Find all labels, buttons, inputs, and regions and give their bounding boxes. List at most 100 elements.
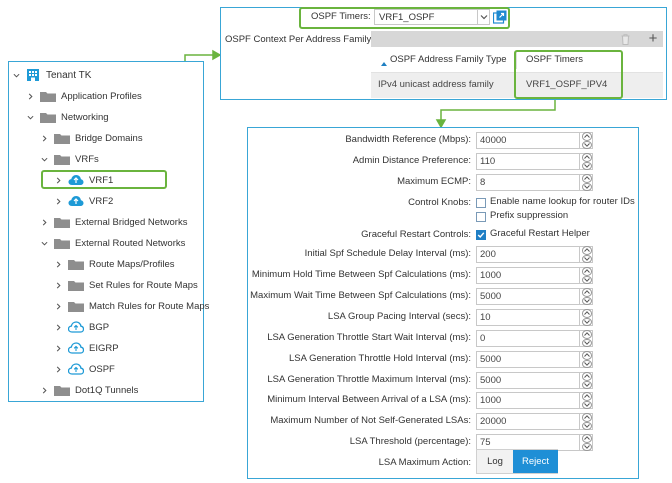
lsa-start-wait-input[interactable]: 0 (476, 330, 593, 347)
trash-icon[interactable] (621, 34, 630, 45)
tree-item-label: VRFs (75, 153, 99, 165)
tree-item-route-maps-profiles[interactable]: Route Maps/Profiles (53, 256, 175, 272)
reject-button[interactable]: Reject (513, 450, 558, 473)
tree-item-external-routed-networks[interactable]: External Routed Networks (39, 235, 185, 251)
name-lookup-checkbox[interactable] (476, 198, 486, 208)
log-button[interactable]: Log (477, 450, 513, 473)
chevron-right-icon[interactable] (53, 280, 63, 290)
context-label: OSPF Context Per Address Family: (225, 34, 374, 45)
cloud-outline-icon (68, 342, 84, 354)
stepper-down-icon[interactable] (581, 317, 592, 326)
chevron-right-icon[interactable] (53, 364, 63, 374)
folder-icon (54, 133, 70, 144)
max-wait-input[interactable]: 5000 (476, 288, 593, 305)
min-arrival-stepper[interactable] (579, 392, 593, 409)
stepper-down-icon[interactable] (581, 182, 592, 191)
min-hold-stepper[interactable] (579, 267, 593, 284)
chevron-down-icon[interactable] (25, 112, 35, 122)
tree-item-bgp[interactable]: BGP (53, 319, 109, 335)
stepper-up-icon[interactable] (581, 372, 592, 381)
max-not-self-input[interactable]: 20000 (476, 413, 593, 430)
stepper-up-icon[interactable] (581, 153, 592, 162)
stepper-down-icon[interactable] (581, 380, 592, 389)
stepper-down-icon[interactable] (581, 254, 592, 263)
min-hold-input[interactable]: 1000 (476, 267, 593, 284)
cloud-outline-icon (68, 321, 84, 333)
tree-item-application-profiles[interactable]: Application Profiles (25, 88, 142, 104)
min-arrival-input[interactable]: 1000 (476, 392, 593, 409)
chevron-down-icon[interactable] (11, 70, 21, 80)
chevron-right-icon[interactable] (25, 91, 35, 101)
stepper-down-icon[interactable] (581, 275, 592, 284)
graceful-restart-checkbox[interactable] (476, 230, 486, 240)
stepper-up-icon[interactable] (581, 309, 592, 318)
chevron-right-icon[interactable] (53, 196, 63, 206)
add-icon[interactable]: + (645, 31, 661, 47)
chevron-right-icon[interactable] (39, 133, 49, 143)
tree-item-bridge-domains[interactable]: Bridge Domains (39, 130, 143, 146)
min-hold-label: Minimum Hold Time Between Spf Calculatio… (251, 269, 471, 280)
chevron-right-icon[interactable] (53, 259, 63, 269)
admin-distance-input[interactable]: 110 (476, 153, 593, 170)
stepper-down-icon[interactable] (581, 338, 592, 347)
stepper-down-icon[interactable] (581, 400, 592, 409)
stepper-up-icon[interactable] (581, 434, 592, 443)
initial-spf-stepper[interactable] (579, 246, 593, 263)
max-not-self-label: Maximum Number of Not Self-Generated LSA… (270, 415, 471, 426)
tree-item-tenant[interactable]: Tenant TK (11, 67, 91, 83)
sort-up-icon[interactable] (381, 58, 387, 69)
tree-item-vrf2[interactable]: VRF2 (53, 193, 113, 209)
stepper-down-icon[interactable] (581, 442, 592, 451)
chevron-right-icon[interactable] (39, 217, 49, 227)
stepper-down-icon[interactable] (581, 421, 592, 430)
lsa-hold-input[interactable]: 5000 (476, 351, 593, 368)
stepper-up-icon[interactable] (581, 267, 592, 276)
lsa-max-stepper[interactable] (579, 372, 593, 389)
stepper-down-icon[interactable] (581, 296, 592, 305)
lsa-max-input[interactable]: 5000 (476, 372, 593, 389)
stepper-down-icon[interactable] (581, 140, 592, 149)
prefix-suppression-checkbox[interactable] (476, 212, 486, 222)
stepper-up-icon[interactable] (581, 132, 592, 141)
max-ecmp-stepper[interactable] (579, 174, 593, 191)
tree-item-set-rules[interactable]: Set Rules for Route Maps (53, 277, 198, 293)
stepper-up-icon[interactable] (581, 413, 592, 422)
stepper-up-icon[interactable] (581, 246, 592, 255)
lsa-start-wait-stepper[interactable] (579, 330, 593, 347)
tree-item-ospf[interactable]: OSPF (53, 361, 115, 377)
address-family-table: + OSPF Address Family Type OSPF Timers I… (371, 31, 663, 99)
initial-spf-input[interactable]: 200 (476, 246, 593, 263)
max-ecmp-input[interactable]: 8 (476, 174, 593, 191)
chevron-down-icon[interactable] (39, 238, 49, 248)
column-header-af-type[interactable]: OSPF Address Family Type (390, 54, 507, 65)
bandwidth-stepper[interactable] (579, 132, 593, 149)
stepper-down-icon[interactable] (581, 359, 592, 368)
lsa-threshold-stepper[interactable] (579, 434, 593, 451)
tree-item-label: Route Maps/Profiles (89, 258, 175, 270)
chevron-right-icon[interactable] (53, 343, 63, 353)
tree-item-dot1q-tunnels[interactable]: Dot1Q Tunnels (39, 382, 138, 398)
tree-item-label: Bridge Domains (75, 132, 143, 144)
tree-item-external-bridged-networks[interactable]: External Bridged Networks (39, 214, 187, 230)
bandwidth-input[interactable]: 40000 (476, 132, 593, 149)
admin-distance-stepper[interactable] (579, 153, 593, 170)
chevron-right-icon[interactable] (53, 301, 63, 311)
chevron-right-icon[interactable] (53, 322, 63, 332)
tree-item-eigrp[interactable]: EIGRP (53, 340, 119, 356)
tree-item-vrfs[interactable]: VRFs (39, 151, 99, 167)
chevron-right-icon[interactable] (39, 385, 49, 395)
lsa-hold-stepper[interactable] (579, 351, 593, 368)
stepper-down-icon[interactable] (581, 161, 592, 170)
lsa-group-pacing-stepper[interactable] (579, 309, 593, 326)
stepper-up-icon[interactable] (581, 392, 592, 401)
max-not-self-stepper[interactable] (579, 413, 593, 430)
stepper-up-icon[interactable] (581, 288, 592, 297)
tree-item-match-rules[interactable]: Match Rules for Route Maps (53, 298, 209, 314)
stepper-up-icon[interactable] (581, 174, 592, 183)
max-wait-stepper[interactable] (579, 288, 593, 305)
chevron-down-icon[interactable] (39, 154, 49, 164)
lsa-group-pacing-input[interactable]: 10 (476, 309, 593, 326)
stepper-up-icon[interactable] (581, 330, 592, 339)
stepper-up-icon[interactable] (581, 351, 592, 360)
tree-item-networking[interactable]: Networking (25, 109, 109, 125)
